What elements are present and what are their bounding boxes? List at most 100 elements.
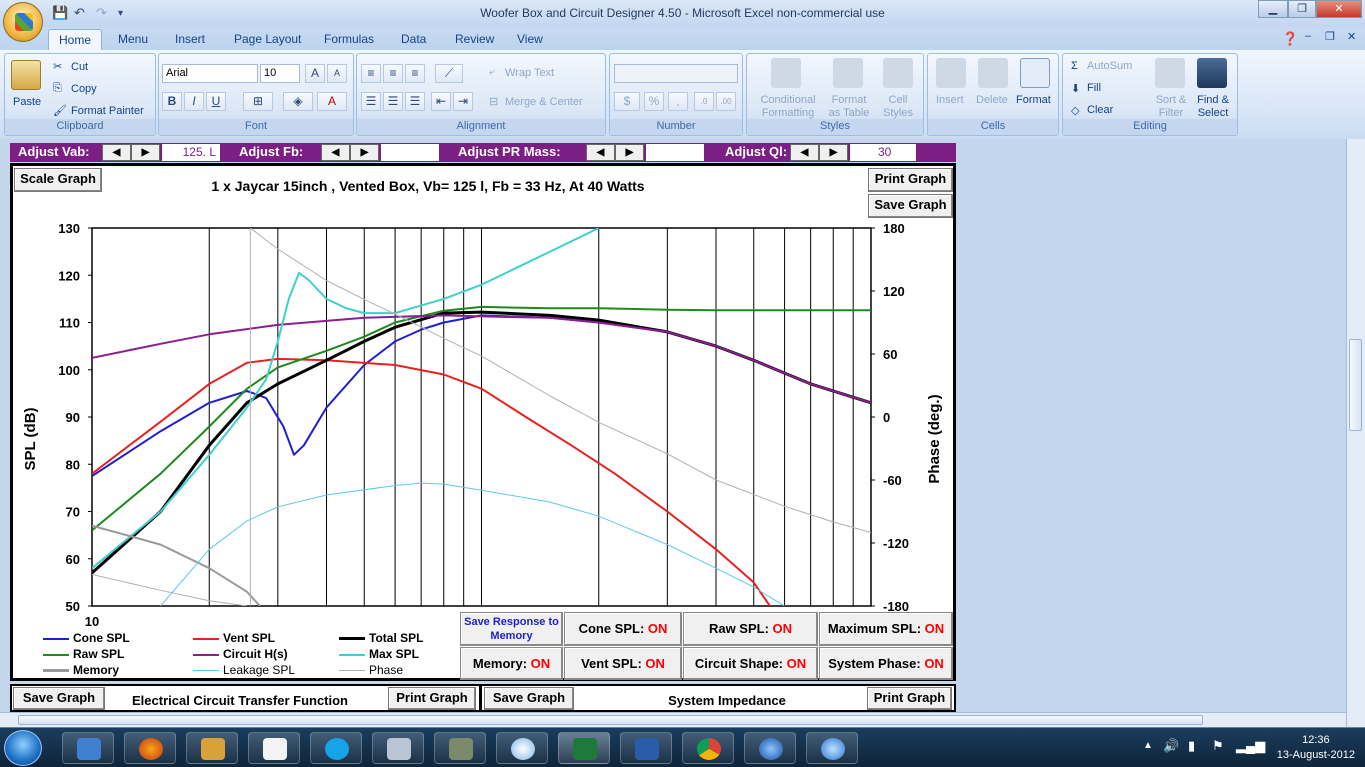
currency-button[interactable]: $ — [614, 92, 640, 111]
ribbon-restore-icon[interactable]: ❐ — [1325, 30, 1335, 43]
grow-font-button[interactable]: A — [305, 64, 325, 83]
office-button[interactable] — [3, 2, 43, 42]
help-icon[interactable]: ❓ — [1282, 31, 1298, 47]
increase-indent-icon[interactable]: ⇥ — [453, 92, 473, 111]
horizontal-scrollbar[interactable] — [0, 712, 1346, 727]
align-right-icon[interactable]: ☰ — [405, 92, 425, 111]
align-middle-icon[interactable]: ≡ — [383, 64, 403, 83]
font-size-select[interactable]: 10 — [260, 64, 300, 83]
network-icon[interactable]: ▂▄▆ — [1236, 738, 1265, 754]
save-graph-button[interactable]: Save Graph — [868, 194, 953, 218]
close-button[interactable]: ✕ — [1316, 0, 1362, 18]
comma-button[interactable]: , — [668, 92, 688, 111]
action-center-icon[interactable]: ⚑ — [1212, 738, 1224, 754]
fill-color-icon[interactable]: ◈ — [283, 92, 313, 111]
sort-filter-button[interactable]: Sort & Filter — [1151, 94, 1191, 120]
cut-button[interactable]: Cut — [71, 61, 88, 73]
taskbar-photo-icon[interactable] — [434, 732, 486, 764]
align-top-icon[interactable]: ≡ — [361, 64, 381, 83]
insert-cells-button[interactable]: Insert — [936, 94, 964, 106]
cone-spl-toggle[interactable]: Cone SPL: ON — [564, 612, 682, 646]
volume-icon[interactable]: 🔊 — [1163, 738, 1179, 754]
tab-menu[interactable]: Menu — [108, 29, 158, 50]
maximum-spl-toggle[interactable]: Maximum SPL: ON — [819, 612, 953, 646]
taskbar-skype-icon[interactable] — [310, 732, 362, 764]
underline-button[interactable]: U — [206, 92, 226, 111]
align-left-icon[interactable]: ☰ — [361, 92, 381, 111]
circuit-print-graph-button[interactable]: Print Graph — [388, 687, 476, 710]
clear-button[interactable]: Clear — [1087, 104, 1113, 116]
pr-increase-button[interactable]: ▶ — [615, 144, 644, 161]
vab-increase-button[interactable]: ▶ — [131, 144, 160, 161]
decrease-decimal-icon[interactable]: .00 — [716, 92, 736, 111]
copy-button[interactable]: Copy — [71, 83, 97, 95]
taskbar-calculator-icon[interactable] — [372, 732, 424, 764]
taskbar-word-icon[interactable] — [620, 732, 672, 764]
percent-button[interactable]: % — [644, 92, 664, 111]
horizontal-scroll-thumb[interactable] — [18, 715, 1203, 725]
number-format-select[interactable] — [614, 64, 738, 83]
vertical-scrollbar[interactable] — [1346, 139, 1365, 727]
taskbar-excel-icon[interactable] — [558, 732, 610, 764]
vent-spl-toggle[interactable]: Vent SPL: ON — [564, 647, 682, 680]
italic-button[interactable]: I — [184, 92, 204, 111]
ribbon-minimize-icon[interactable]: – — [1305, 30, 1311, 42]
wrap-text-button[interactable]: Wrap Text — [505, 67, 554, 79]
system-clock[interactable]: 12:36 13-August-2012 — [1277, 733, 1355, 763]
taskbar-paint-icon[interactable] — [496, 732, 548, 764]
font-name-select[interactable]: Arial — [162, 64, 258, 83]
taskbar-firefox-icon[interactable] — [124, 732, 176, 764]
merge-center-button[interactable]: Merge & Center — [505, 96, 583, 108]
tab-data[interactable]: Data — [391, 29, 436, 50]
save-response-button[interactable]: Save Response to Memory — [460, 612, 563, 646]
paste-button[interactable]: Paste — [13, 96, 41, 108]
ribbon-close-icon[interactable]: ✕ — [1347, 30, 1356, 43]
memory-toggle[interactable]: Memory: ON — [460, 647, 563, 680]
autosum-button[interactable]: AutoSum — [1087, 60, 1132, 72]
format-cells-button[interactable]: Format — [1016, 94, 1051, 106]
tray-expand-icon[interactable]: ▲ — [1143, 740, 1153, 751]
vertical-scroll-thumb[interactable] — [1349, 339, 1362, 431]
scale-graph-button[interactable]: Scale Graph — [14, 168, 102, 192]
fb-increase-button[interactable]: ▶ — [350, 144, 379, 161]
impedance-save-graph-button[interactable]: Save Graph — [484, 687, 574, 710]
taskbar-outlook-icon[interactable] — [62, 732, 114, 764]
tab-home[interactable]: Home — [48, 29, 103, 50]
increase-decimal-icon[interactable]: .0 — [694, 92, 714, 111]
ql-decrease-button[interactable]: ◀ — [790, 144, 819, 161]
minimize-button[interactable]: ▁ — [1258, 0, 1288, 18]
conditional-formatting-button[interactable]: Conditional Formatting — [751, 94, 825, 120]
print-graph-button[interactable]: Print Graph — [868, 168, 953, 192]
ql-increase-button[interactable]: ▶ — [819, 144, 848, 161]
power-icon[interactable]: ▮ — [1188, 738, 1195, 754]
font-color-button[interactable]: A — [317, 92, 347, 111]
delete-cells-button[interactable]: Delete — [976, 94, 1008, 106]
borders-icon[interactable]: ⊞ — [243, 92, 273, 111]
fb-decrease-button[interactable]: ◀ — [321, 144, 350, 161]
vab-decrease-button[interactable]: ◀ — [102, 144, 131, 161]
restore-button[interactable]: ❐ — [1288, 0, 1316, 18]
tab-insert[interactable]: Insert — [165, 29, 215, 50]
align-bottom-icon[interactable]: ≡ — [405, 64, 425, 83]
format-painter-button[interactable]: Format Painter — [71, 105, 144, 117]
raw-spl-toggle[interactable]: Raw SPL: ON — [683, 612, 818, 646]
circuit-shape-toggle[interactable]: Circuit Shape: ON — [683, 647, 818, 680]
system-phase-toggle[interactable]: System Phase: ON — [819, 647, 953, 680]
tab-review[interactable]: Review — [445, 29, 504, 50]
cell-styles-button[interactable]: Cell Styles — [875, 94, 921, 120]
decrease-indent-icon[interactable]: ⇤ — [431, 92, 451, 111]
pr-decrease-button[interactable]: ◀ — [586, 144, 615, 161]
find-select-button[interactable]: Find & Select — [1191, 94, 1235, 120]
circuit-save-graph-button[interactable]: Save Graph — [13, 687, 105, 710]
taskbar-solitaire-icon[interactable] — [248, 732, 300, 764]
taskbar-google-earth-icon[interactable] — [744, 732, 796, 764]
format-as-table-button[interactable]: Format as Table — [825, 94, 873, 120]
fill-button[interactable]: Fill — [1087, 82, 1101, 94]
bold-button[interactable]: B — [162, 92, 182, 111]
shrink-font-button[interactable]: A — [327, 64, 347, 83]
taskbar-itunes-icon[interactable] — [806, 732, 858, 764]
tab-page-layout[interactable]: Page Layout — [224, 29, 311, 50]
orientation-icon[interactable]: ⟋ — [435, 64, 463, 83]
taskbar-chrome-icon[interactable] — [682, 732, 734, 764]
tab-formulas[interactable]: Formulas — [314, 29, 384, 50]
